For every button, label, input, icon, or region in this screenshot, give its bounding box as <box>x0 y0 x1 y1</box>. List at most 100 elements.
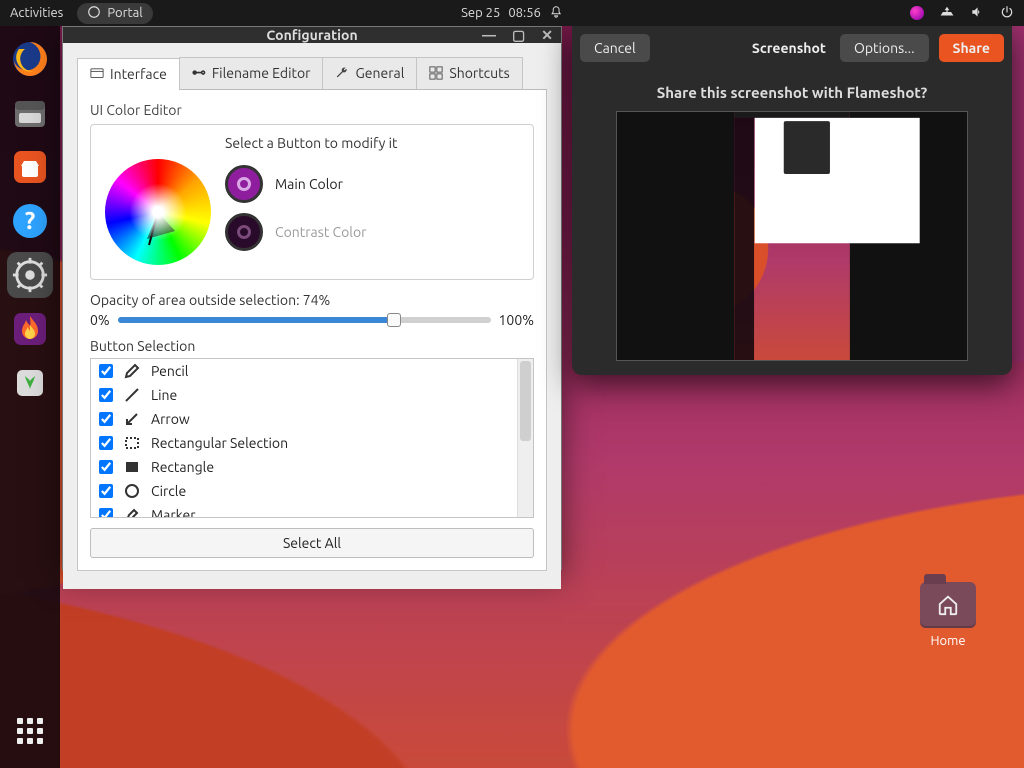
ui-color-editor-title: UI Color Editor <box>90 102 534 118</box>
opacity-slider[interactable] <box>118 317 491 323</box>
tool-label: Rectangle <box>151 459 214 475</box>
screenshot-label[interactable]: Screenshot <box>748 34 830 62</box>
network-icon[interactable] <box>940 5 954 22</box>
tool-checkbox[interactable] <box>99 436 113 450</box>
share-button[interactable]: Share <box>939 34 1004 62</box>
tab-interface-label: Interface <box>110 66 167 82</box>
dock-show-apps[interactable] <box>7 708 53 754</box>
tool-icon <box>123 506 141 517</box>
ui-color-editor: Select a Button to modify it Main Color … <box>90 124 534 280</box>
button-list-scrollbar[interactable] <box>517 359 533 517</box>
window-close-button[interactable]: ✕ <box>541 27 553 44</box>
portal-icon <box>87 5 101 22</box>
opacity-min: 0% <box>90 312 110 328</box>
tool-checkbox[interactable] <box>99 484 113 498</box>
tool-icon <box>123 410 141 428</box>
share-panel: Cancel Screenshot Options... Share Share… <box>572 26 1012 375</box>
folder-icon <box>920 582 976 628</box>
tool-item-pencil[interactable]: Pencil <box>91 359 517 383</box>
tab-interface[interactable]: Interface <box>77 58 180 90</box>
tab-general[interactable]: General <box>322 57 417 89</box>
activities-button[interactable]: Activities <box>10 6 63 20</box>
shortcuts-icon <box>429 66 443 80</box>
button-selection-list: Pencil Line Arrow Rectangular Selection Rect… <box>90 358 534 518</box>
dock-software[interactable] <box>7 144 53 190</box>
main-color-label: Main Color <box>275 176 343 192</box>
desktop-home-label: Home <box>912 634 984 648</box>
topbar-clock[interactable]: Sep 25 08:56 <box>461 5 563 22</box>
topbar-date: Sep 25 <box>461 6 500 20</box>
cancel-button[interactable]: Cancel <box>580 34 650 62</box>
wrench-icon <box>335 66 349 80</box>
tool-checkbox[interactable] <box>99 412 113 426</box>
volume-icon[interactable] <box>970 5 984 22</box>
options-button[interactable]: Options... <box>840 34 929 62</box>
dock-trash[interactable] <box>7 360 53 406</box>
scrollbar-thumb[interactable] <box>520 361 531 441</box>
window-maximize-button[interactable]: ▢ <box>512 27 525 44</box>
apps-grid-icon <box>17 718 43 744</box>
opacity-max: 100% <box>499 312 534 328</box>
tool-item-line[interactable]: Line <box>91 383 517 407</box>
screenshot-thumbnail[interactable] <box>616 111 968 361</box>
topbar-app-name: Portal <box>107 6 142 20</box>
tab-filename-label: Filename Editor <box>212 65 311 81</box>
power-icon[interactable] <box>1000 5 1014 22</box>
window-titlebar[interactable]: Configuration — ▢ ✕ <box>63 27 561 43</box>
tab-filename-editor[interactable]: ⊷ Filename Editor <box>179 57 324 89</box>
notification-icon <box>549 5 563 22</box>
filename-icon: ⊷ <box>192 64 206 81</box>
contrast-color-swatch[interactable] <box>225 213 263 251</box>
dock-files[interactable] <box>7 90 53 136</box>
tool-checkbox[interactable] <box>99 460 113 474</box>
tool-label: Marker <box>151 507 196 517</box>
tool-label: Pencil <box>151 363 188 379</box>
tool-label: Circle <box>151 483 186 499</box>
tool-checkbox[interactable] <box>99 508 113 517</box>
tool-icon <box>123 482 141 500</box>
config-tabs: Interface ⊷ Filename Editor General Shor… <box>77 57 547 90</box>
desktop-home-icon[interactable]: Home <box>912 582 984 648</box>
tool-icon <box>123 458 141 476</box>
select-all-button[interactable]: Select All <box>90 528 534 558</box>
dock: ? <box>0 26 60 768</box>
contrast-color-label: Contrast Color <box>275 224 366 240</box>
dock-firefox[interactable] <box>7 36 53 82</box>
tool-item-marker[interactable]: Marker <box>91 503 517 517</box>
gnome-topbar: Activities Portal Sep 25 08:56 <box>0 0 1024 26</box>
tool-checkbox[interactable] <box>99 388 113 402</box>
button-selection-title: Button Selection <box>90 338 534 354</box>
opacity-slider-thumb[interactable] <box>387 313 401 327</box>
topbar-time: 08:56 <box>508 6 541 20</box>
tab-shortcuts-label: Shortcuts <box>449 65 509 81</box>
opacity-label: Opacity of area outside selection: 74% <box>90 292 534 308</box>
user-avatar-icon[interactable] <box>910 6 924 20</box>
window-title: Configuration <box>266 27 357 43</box>
topbar-app-indicator[interactable]: Portal <box>77 3 152 24</box>
select-button-hint: Select a Button to modify it <box>225 135 519 151</box>
tool-label: Arrow <box>151 411 190 427</box>
tool-label: Rectangular Selection <box>151 435 288 451</box>
tab-general-label: General <box>355 65 404 81</box>
tool-icon <box>123 386 141 404</box>
tool-item-arrow[interactable]: Arrow <box>91 407 517 431</box>
opacity-slider-fill <box>118 317 394 323</box>
window-minimize-button[interactable]: — <box>482 27 496 43</box>
configuration-window: Configuration — ▢ ✕ Interface ⊷ Filename… <box>62 26 562 570</box>
tool-item-rectangle[interactable]: Rectangle <box>91 455 517 479</box>
tool-item-circle[interactable]: Circle <box>91 479 517 503</box>
main-color-swatch[interactable] <box>225 165 263 203</box>
tab-shortcuts[interactable]: Shortcuts <box>416 57 522 89</box>
dock-flameshot[interactable] <box>7 306 53 352</box>
dock-help[interactable]: ? <box>7 198 53 244</box>
dock-settings[interactable] <box>7 252 53 298</box>
share-title: Share this screenshot with Flameshot? <box>572 84 1012 101</box>
tool-item-rectangular-selection[interactable]: Rectangular Selection <box>91 431 517 455</box>
interface-icon <box>90 67 104 81</box>
color-wheel[interactable] <box>105 159 211 265</box>
tool-icon <box>123 362 141 380</box>
tool-checkbox[interactable] <box>99 364 113 378</box>
tool-icon <box>123 434 141 452</box>
tool-label: Line <box>151 387 177 403</box>
svg-text:?: ? <box>25 207 36 234</box>
